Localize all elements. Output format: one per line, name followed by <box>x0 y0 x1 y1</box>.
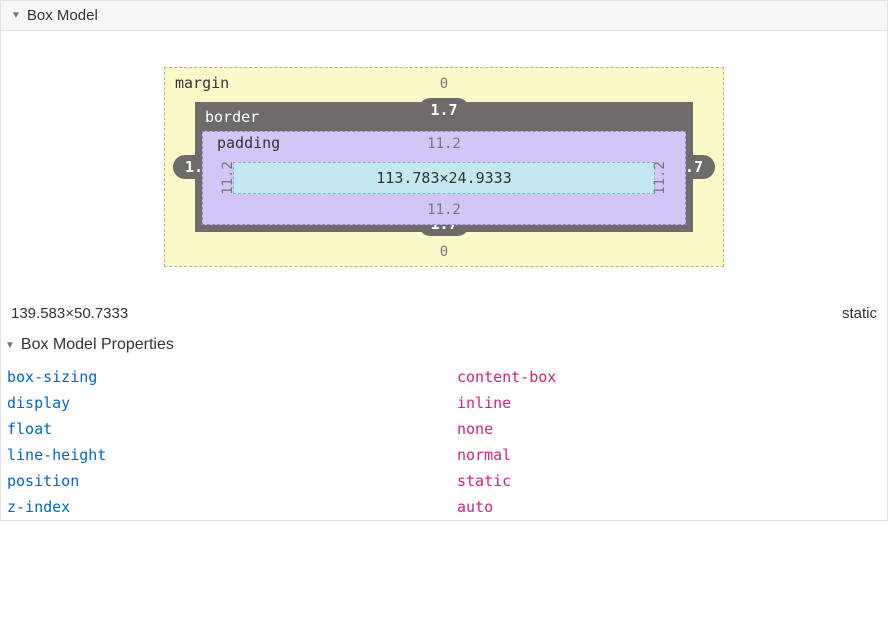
padding-region[interactable]: padding 11.2 11.2 11.2 11.2 113.783×24.9… <box>202 131 686 225</box>
twisty-icon: ▼ <box>11 10 21 21</box>
property-row[interactable]: line-heightnormal <box>7 442 881 468</box>
box-model-panel-header[interactable]: ▼ Box Model <box>1 1 887 31</box>
box-model-properties-title: Box Model Properties <box>21 336 174 354</box>
box-model-panel: ▼ Box Model margin 0 0 0 0 border 1.7 1.… <box>0 0 888 521</box>
box-model-header-title: Box Model <box>27 7 98 24</box>
border-label: border <box>205 108 259 126</box>
margin-top-value[interactable]: 0 <box>440 76 448 92</box>
property-row[interactable]: positionstatic <box>7 468 881 494</box>
element-dimensions: 139.583×50.7333 <box>11 305 128 322</box>
twisty-icon: ▼ <box>5 340 15 351</box>
content-dimensions: 113.783×24.9333 <box>376 169 511 187</box>
geometry-summary: 139.583×50.7333 static <box>1 287 887 336</box>
property-row[interactable]: box-sizingcontent-box <box>7 364 881 390</box>
padding-left-value[interactable]: 11.2 <box>220 161 236 195</box>
property-name: box-sizing <box>7 368 457 386</box>
property-row[interactable]: floatnone <box>7 416 881 442</box>
box-model-diagram: margin 0 0 0 0 border 1.7 1.7 1.7 1.7 pa… <box>11 67 877 267</box>
property-row[interactable]: z-indexauto <box>7 494 881 520</box>
padding-label: padding <box>217 134 280 152</box>
property-name: display <box>7 394 457 412</box>
margin-bottom-value[interactable]: 0 <box>440 244 448 260</box>
box-model-panel-body: margin 0 0 0 0 border 1.7 1.7 1.7 1.7 pa… <box>1 31 887 287</box>
property-name: position <box>7 472 457 490</box>
property-name: line-height <box>7 446 457 464</box>
padding-bottom-value[interactable]: 11.2 <box>427 202 461 218</box>
box-model-properties-header[interactable]: ▼ Box Model Properties <box>1 336 887 364</box>
border-top-value[interactable]: 1.7 <box>418 98 469 122</box>
property-name: float <box>7 420 457 438</box>
element-position-type: static <box>842 305 877 322</box>
content-region[interactable]: 113.783×24.9333 <box>233 162 655 194</box>
margin-label: margin <box>175 74 229 92</box>
box-model-properties-list: box-sizingcontent-boxdisplayinlinefloatn… <box>1 364 887 520</box>
property-value: auto <box>457 498 493 516</box>
margin-region[interactable]: margin 0 0 0 0 border 1.7 1.7 1.7 1.7 pa… <box>164 67 724 267</box>
border-region[interactable]: border 1.7 1.7 1.7 1.7 padding 11.2 11.2… <box>195 102 693 232</box>
property-name: z-index <box>7 498 457 516</box>
padding-right-value[interactable]: 11.2 <box>652 161 668 195</box>
property-value: content-box <box>457 368 556 386</box>
property-value: normal <box>457 446 511 464</box>
property-row[interactable]: displayinline <box>7 390 881 416</box>
property-value: static <box>457 472 511 490</box>
padding-top-value[interactable]: 11.2 <box>427 136 461 152</box>
property-value: none <box>457 420 493 438</box>
property-value: inline <box>457 394 511 412</box>
